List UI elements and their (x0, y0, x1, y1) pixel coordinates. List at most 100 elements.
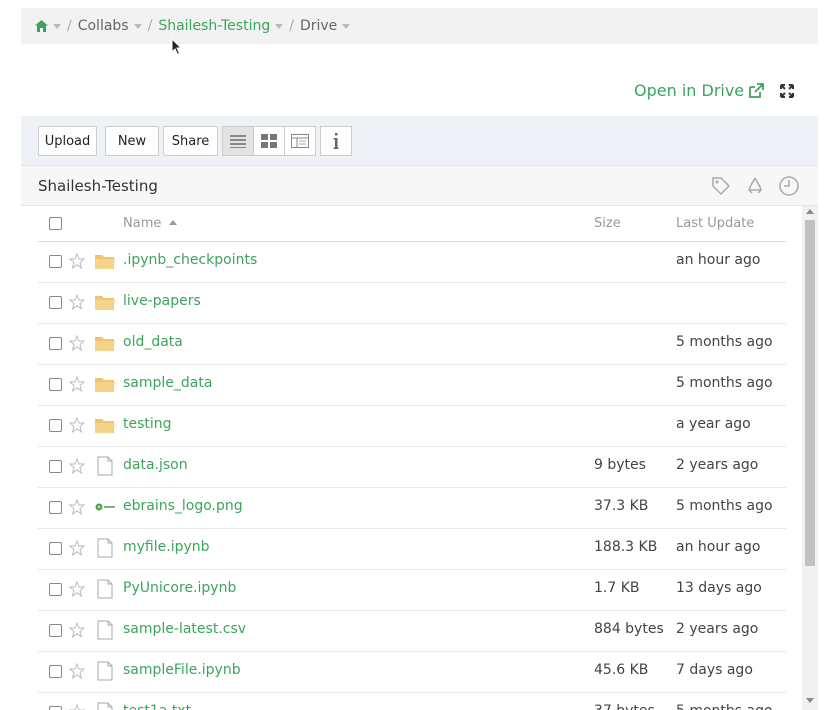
list-view-button[interactable] (222, 126, 254, 156)
row-checkbox[interactable] (49, 501, 62, 514)
table-header: Name Size Last Update (38, 206, 786, 242)
table-row[interactable]: .ipynb_checkpoints an hour ago (38, 241, 786, 283)
external-link-icon (749, 82, 765, 98)
row-checkbox[interactable] (49, 542, 62, 555)
file-name-link[interactable]: data.json (123, 457, 188, 473)
star-icon[interactable] (69, 540, 85, 556)
table-row[interactable]: myfile.ipynb 188.3 KB an hour ago (38, 528, 786, 570)
column-last-update-header[interactable]: Last Update (676, 216, 754, 231)
share-button[interactable]: Share (163, 126, 218, 156)
breadcrumb-collab[interactable]: Shailesh-Testing (158, 18, 284, 34)
file-name-link[interactable]: sample-latest.csv (123, 621, 246, 637)
info-button[interactable] (320, 126, 352, 156)
file-name-link[interactable]: PyUnicore.ipynb (123, 580, 236, 596)
select-all-checkbox[interactable] (49, 217, 62, 230)
file-icon (97, 661, 113, 681)
file-last-update: 13 days ago (676, 580, 762, 596)
grid-view-icon (261, 134, 277, 148)
file-name-link[interactable]: sampleFile.ipynb (123, 662, 241, 678)
chevron-down-icon[interactable] (275, 24, 284, 29)
fullscreen-icon[interactable] (779, 83, 795, 99)
file-name-link[interactable]: .ipynb_checkpoints (123, 252, 257, 268)
file-size: 37.3 KB (594, 498, 649, 514)
table-row[interactable]: testing a year ago (38, 405, 786, 447)
star-icon[interactable] (69, 376, 85, 392)
row-checkbox[interactable] (49, 378, 62, 391)
star-icon[interactable] (69, 663, 85, 679)
file-last-update: an hour ago (676, 252, 761, 268)
folder-icon (95, 337, 115, 351)
table-row[interactable]: old_data 5 months ago (38, 323, 786, 365)
chevron-down-icon[interactable] (342, 24, 351, 29)
file-icon (97, 620, 113, 640)
scroll-up-icon[interactable] (806, 209, 814, 214)
star-icon[interactable] (69, 294, 85, 310)
table-row[interactable]: ebrains_logo.png 37.3 KB 5 months ago (38, 487, 786, 529)
folder-icon (95, 419, 115, 433)
breadcrumb-drive[interactable]: Drive (300, 18, 351, 34)
history-icon[interactable] (778, 175, 800, 197)
file-name-link[interactable]: old_data (123, 334, 183, 350)
detail-view-button[interactable] (284, 126, 316, 156)
scroll-thumb[interactable] (805, 220, 815, 566)
table-row[interactable]: PyUnicore.ipynb 1.7 KB 13 days ago (38, 569, 786, 611)
star-icon[interactable] (69, 335, 85, 351)
table-row[interactable]: data.json 9 bytes 2 years ago (38, 446, 786, 488)
scrollbar[interactable] (802, 206, 818, 710)
file-name-link[interactable]: sample_data (123, 375, 212, 391)
chevron-down-icon[interactable] (53, 24, 61, 29)
tag-icon[interactable] (710, 175, 732, 197)
column-name-header[interactable]: Name (123, 216, 177, 231)
breadcrumb-home[interactable] (35, 20, 61, 32)
row-checkbox[interactable] (49, 665, 62, 678)
file-last-update: 2 years ago (676, 457, 759, 473)
star-icon[interactable] (69, 581, 85, 597)
folder-title: Shailesh-Testing (38, 177, 158, 195)
recycle-icon[interactable] (744, 175, 766, 197)
file-name-link[interactable]: test1a.txt (123, 703, 191, 710)
table-row[interactable]: test1a.txt 37 bytes 5 months ago (38, 692, 786, 710)
file-last-update: 5 months ago (676, 703, 773, 710)
row-checkbox[interactable] (49, 337, 62, 350)
file-size: 45.6 KB (594, 662, 649, 678)
upload-button[interactable]: Upload (38, 126, 97, 156)
folder-header: Shailesh-Testing (21, 166, 818, 206)
row-checkbox[interactable] (49, 419, 62, 432)
folder-icon (95, 378, 115, 392)
open-in-drive-link[interactable]: Open in Drive (634, 81, 765, 100)
breadcrumb-collabs[interactable]: Collabs (78, 18, 142, 34)
chevron-down-icon[interactable] (133, 24, 142, 29)
column-size-header[interactable]: Size (594, 216, 621, 231)
file-icon (97, 538, 113, 558)
table-row[interactable]: sample-latest.csv 884 bytes 2 years ago (38, 610, 786, 652)
home-icon (35, 20, 48, 32)
file-size: 9 bytes (594, 457, 646, 473)
folder-icon (95, 255, 115, 269)
row-checkbox[interactable] (49, 624, 62, 637)
file-name-link[interactable]: live-papers (123, 293, 201, 309)
grid-view-button[interactable] (253, 126, 285, 156)
new-button[interactable]: New (105, 126, 159, 156)
file-icon (97, 579, 113, 599)
row-checkbox[interactable] (49, 460, 62, 473)
star-icon[interactable] (69, 417, 85, 433)
star-icon[interactable] (69, 253, 85, 269)
file-last-update: 7 days ago (676, 662, 753, 678)
file-name-link[interactable]: ebrains_logo.png (123, 498, 243, 514)
star-icon[interactable] (69, 458, 85, 474)
star-icon[interactable] (69, 622, 85, 638)
table-row[interactable]: sampleFile.ipynb 45.6 KB 7 days ago (38, 651, 786, 693)
star-icon[interactable] (69, 704, 85, 710)
table-row[interactable]: live-papers (38, 282, 786, 324)
file-name-link[interactable]: myfile.ipynb (123, 539, 210, 555)
row-checkbox[interactable] (49, 255, 62, 268)
row-checkbox[interactable] (49, 583, 62, 596)
row-checkbox[interactable] (49, 706, 62, 710)
star-icon[interactable] (69, 499, 85, 515)
file-last-update: a year ago (676, 416, 751, 432)
table-row[interactable]: sample_data 5 months ago (38, 364, 786, 406)
file-icon (97, 702, 113, 710)
file-name-link[interactable]: testing (123, 416, 172, 432)
row-checkbox[interactable] (49, 296, 62, 309)
scroll-down-icon[interactable] (806, 698, 814, 703)
